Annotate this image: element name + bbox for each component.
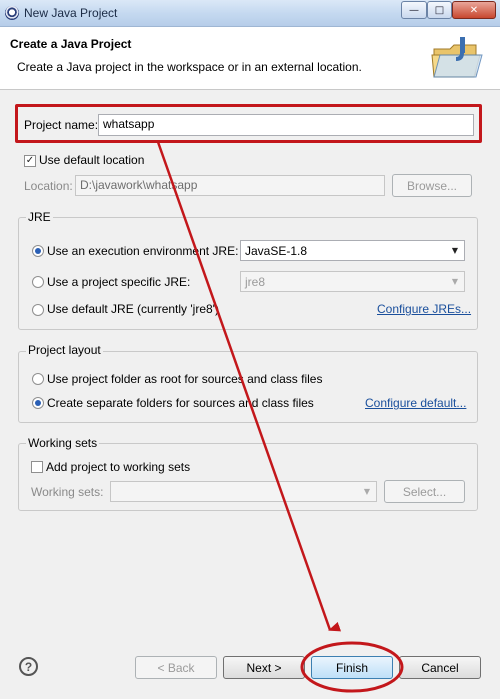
project-specific-jre-value: jre8 <box>245 274 266 289</box>
dropdown-arrow-icon: ▼ <box>451 277 459 286</box>
project-name-label: Project name: <box>24 118 99 132</box>
dropdown-arrow-icon: ▼ <box>451 246 459 255</box>
help-icon[interactable]: ? <box>19 657 38 676</box>
dropdown-arrow-icon: ▼ <box>363 487 371 496</box>
maximize-button[interactable]: □ <box>427 1 452 19</box>
root-folder-label: Use project folder as root for sources a… <box>47 372 323 386</box>
banner-title: Create a Java Project <box>10 37 132 51</box>
execution-env-select[interactable]: JavaSE-1.8 ▼ <box>240 240 465 261</box>
default-jre-radio[interactable] <box>32 304 44 316</box>
back-button[interactable]: < Back <box>135 656 217 679</box>
project-layout-group-title: Project layout <box>26 343 103 357</box>
separate-folders-label: Create separate folders for sources and … <box>47 396 314 410</box>
project-specific-jre-radio[interactable] <box>32 276 44 288</box>
next-button[interactable]: Next > <box>223 656 305 679</box>
folder-java-icon <box>431 37 483 78</box>
jre-group-title: JRE <box>26 210 53 224</box>
execution-env-value: JavaSE-1.8 <box>245 243 308 258</box>
add-to-working-sets-label: Add project to working sets <box>46 460 191 474</box>
working-sets-group-title: Working sets <box>26 436 100 450</box>
use-default-location-label: Use default location <box>39 153 145 167</box>
configure-jres-link[interactable]: Configure JREs... <box>377 302 471 316</box>
project-specific-jre-label: Use a project specific JRE: <box>47 275 191 289</box>
location-label: Location: <box>24 179 73 193</box>
window-title: New Java Project <box>24 6 118 20</box>
separate-folders-radio[interactable] <box>32 397 44 409</box>
execution-env-radio[interactable] <box>32 245 44 257</box>
location-input[interactable]: D:\javawork\whatsapp <box>75 175 385 196</box>
use-default-location-checkbox[interactable]: ✓ <box>24 155 36 167</box>
finish-button[interactable]: Finish <box>311 656 393 679</box>
wizard-banner: Create a Java Project Create a Java proj… <box>0 27 500 90</box>
cancel-button[interactable]: Cancel <box>399 656 481 679</box>
execution-env-label: Use an execution environment JRE: <box>47 244 239 258</box>
add-to-working-sets-checkbox[interactable] <box>31 461 43 473</box>
browse-button[interactable]: Browse... <box>392 174 472 197</box>
project-specific-jre-select[interactable]: jre8 ▼ <box>240 271 465 292</box>
select-working-sets-button[interactable]: Select... <box>384 480 465 503</box>
root-folder-radio[interactable] <box>32 373 44 385</box>
close-button[interactable]: ✕ <box>452 1 496 19</box>
eclipse-app-icon <box>5 6 19 20</box>
working-sets-label: Working sets: <box>31 485 104 499</box>
project-name-input[interactable]: whatsapp <box>98 114 474 136</box>
default-jre-label: Use default JRE (currently 'jre8') <box>47 302 219 316</box>
configure-default-link[interactable]: Configure default... <box>365 396 466 410</box>
minimize-button[interactable]: — <box>401 1 427 19</box>
project-layout-group <box>18 351 478 423</box>
working-sets-select[interactable]: ▼ <box>110 481 377 502</box>
banner-description: Create a Java project in the workspace o… <box>17 60 362 74</box>
